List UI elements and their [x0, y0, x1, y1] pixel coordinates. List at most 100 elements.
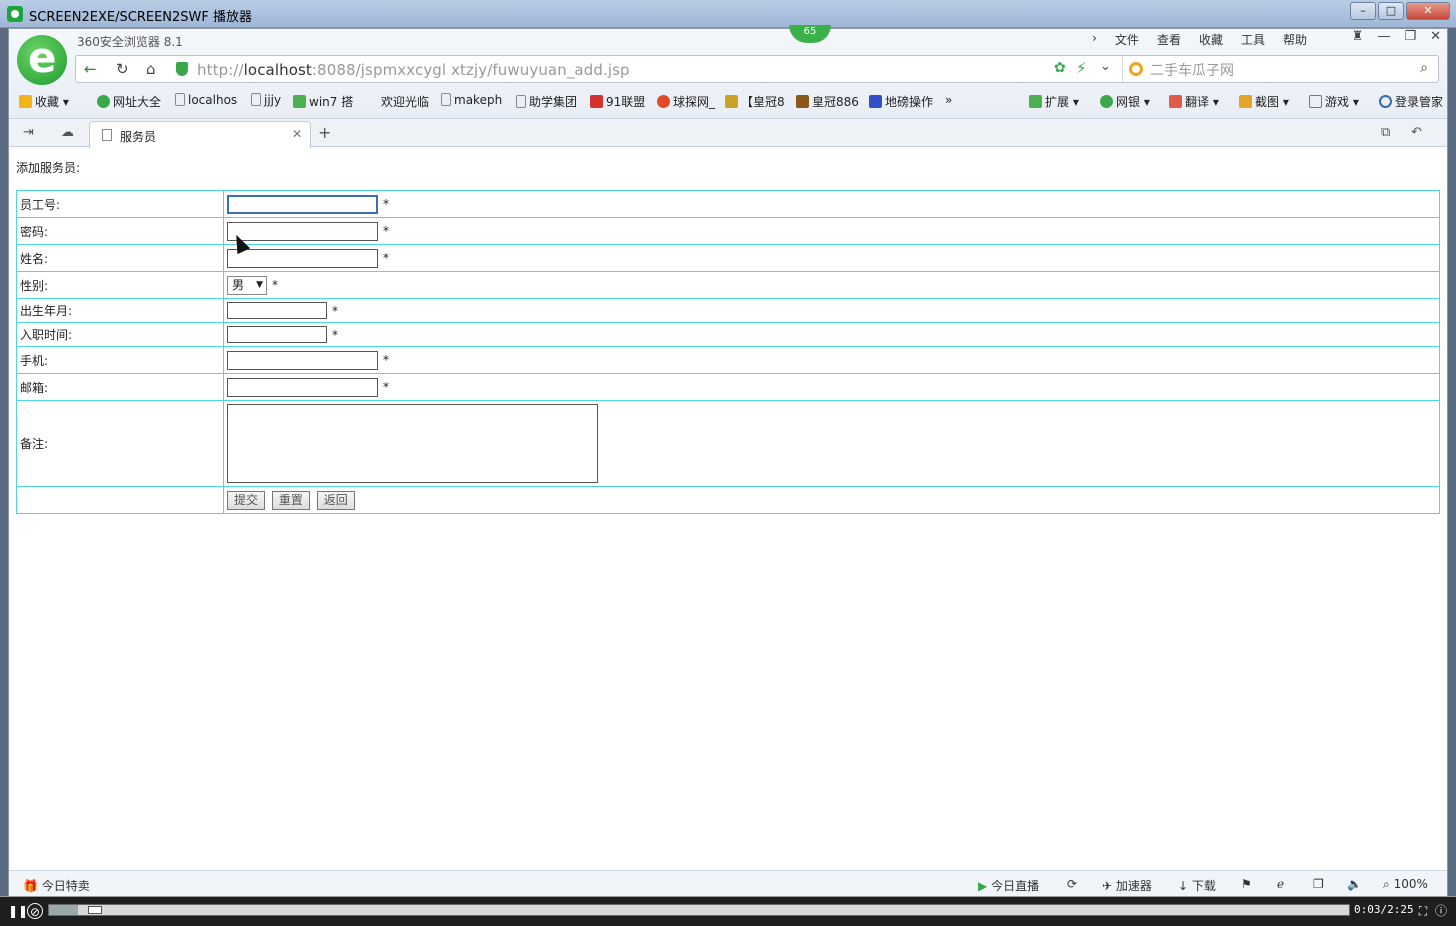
bookmark-welcome[interactable]: 欢迎光临	[381, 93, 429, 110]
toolbar-screenshot[interactable]: 截图 ▾	[1239, 93, 1289, 110]
live-today[interactable]: ▶ 今日直播	[978, 877, 1039, 894]
bookmark-zhuxue[interactable]: 助学集团	[516, 93, 577, 110]
maximize-button[interactable]: □	[1378, 2, 1404, 20]
divider	[1122, 56, 1123, 82]
ie-mode-icon[interactable]: ℯ	[1277, 877, 1284, 891]
browser-minimize-button[interactable]: —	[1377, 29, 1390, 44]
required-mark: *	[332, 303, 338, 318]
reset-button[interactable]: 重置	[271, 490, 310, 510]
emp-no-input[interactable]	[227, 194, 378, 214]
search-input[interactable]: 二手车瓜子网	[1150, 60, 1234, 80]
toolbar-extensions[interactable]: 扩展 ▾	[1029, 93, 1079, 110]
bookmarks-overflow-icon[interactable]: »	[945, 93, 952, 107]
zoom-level[interactable]: ⌕ 100%	[1383, 877, 1428, 892]
info-icon[interactable]: ⓘ	[1433, 903, 1449, 919]
browser-header: 360安全浏览器 8.1 65 › 文件 查看 收藏 工具 帮助 ♜ — ❐ ✕…	[9, 25, 1447, 119]
form-row-actions: 提交 重置 返回	[16, 486, 1440, 514]
back-arrow-icon[interactable]: ←	[84, 60, 97, 78]
bookmark-crown886[interactable]: 皇冠886	[796, 93, 859, 110]
fullscreen-icon[interactable]: ⛶	[1415, 903, 1431, 919]
cloud-icon[interactable]: ☁	[61, 125, 74, 140]
bookmark-qiutan[interactable]: 球探网_	[657, 93, 715, 110]
sidebar-toggle-icon[interactable]: ⇥	[23, 125, 34, 140]
playback-time: 0:03/2:25	[1354, 903, 1414, 916]
password-input[interactable]	[227, 221, 378, 241]
accelerator[interactable]: ✈ 加速器	[1102, 877, 1152, 894]
bookmark-win7[interactable]: win7 搭	[293, 93, 353, 110]
phone-label: 手机:	[16, 346, 224, 374]
security-shield-icon[interactable]	[176, 62, 188, 76]
gender-select[interactable]: 男	[227, 275, 267, 295]
notification-badge[interactable]: 65	[789, 25, 831, 43]
gender-label: 性别:	[16, 271, 224, 299]
stop-icon[interactable]: ⊘	[27, 903, 43, 919]
toolbar-ebank[interactable]: 网银 ▾	[1100, 93, 1150, 110]
bookmark-jjjy[interactable]: jjjy	[251, 93, 281, 107]
pause-icon[interactable]: ❚❚	[8, 903, 28, 919]
search-engine-icon[interactable]	[1129, 62, 1143, 76]
search-icon[interactable]: ⌕	[1420, 60, 1428, 76]
submit-button[interactable]: 提交	[227, 490, 266, 510]
bookmark-portal[interactable]: 网址大全	[97, 93, 161, 110]
bookmark-localhost[interactable]: localhos	[175, 93, 237, 107]
bookmark-makeph[interactable]: makeph	[441, 93, 502, 107]
browser-close-button[interactable]: ✕	[1430, 29, 1441, 44]
required-mark: *	[383, 251, 389, 265]
bookmark-crown8[interactable]: 【皇冠8	[725, 93, 785, 110]
speed-mode-icon[interactable]: ⚡	[1076, 59, 1087, 77]
ebank-icon	[1100, 95, 1113, 108]
gift-icon: 🎁	[23, 879, 38, 893]
bookmark-dibang[interactable]: 地磅操作	[869, 93, 933, 110]
toolbar-games[interactable]: 游戏 ▾	[1309, 93, 1359, 110]
menu-view[interactable]: 查看	[1157, 31, 1181, 48]
tab-fuwuyuan[interactable]: 服务员 ✕	[89, 121, 311, 148]
menu-help[interactable]: 帮助	[1283, 31, 1307, 48]
phone-input[interactable]	[227, 350, 378, 370]
new-tab-button[interactable]: +	[318, 123, 331, 142]
chevron-down-icon[interactable]: ⌄	[1100, 59, 1111, 74]
window-mode-icon[interactable]: ❐	[1313, 877, 1324, 891]
menu-favorites[interactable]: 收藏	[1199, 31, 1223, 48]
page-icon	[516, 95, 526, 108]
seek-bar[interactable]	[48, 904, 1350, 916]
compat-mode-icon[interactable]: ✿	[1054, 60, 1066, 76]
url-text[interactable]: http://localhost:8088/jspmxxcygl xtzjy/f…	[197, 61, 630, 79]
bookmark-favorites[interactable]: 收藏 ▾	[19, 93, 69, 110]
address-bar[interactable]: ← ↻ ⌂ http://localhost:8088/jspmxxcygl x…	[75, 55, 1439, 83]
close-button[interactable]: ✕	[1406, 2, 1450, 20]
browser-name: 360安全浏览器 8.1	[77, 35, 183, 49]
rocket-icon: ✈	[1102, 879, 1113, 893]
empty-cell	[16, 486, 224, 514]
menu-tools[interactable]: 工具	[1241, 31, 1265, 48]
downloads[interactable]: ↓ 下载	[1178, 877, 1216, 894]
hire-date-input[interactable]	[227, 326, 327, 343]
required-mark: *	[332, 327, 338, 342]
email-input[interactable]	[227, 377, 378, 397]
form-row-name: 姓名: *	[16, 244, 1440, 272]
name-input[interactable]	[227, 248, 378, 268]
skin-icon[interactable]: ♜	[1352, 29, 1364, 44]
bookmark-91union[interactable]: 91联盟	[590, 93, 645, 110]
seek-handle[interactable]	[87, 906, 102, 914]
browser-restore-button[interactable]: ❐	[1404, 29, 1416, 44]
toolbar-login-manager[interactable]: 登录管家	[1379, 93, 1443, 110]
home-icon[interactable]: ⌂	[146, 60, 156, 78]
menu-file[interactable]: 文件	[1115, 31, 1139, 48]
tab-list-icon[interactable]: ⧉	[1381, 125, 1390, 140]
note-textarea[interactable]	[227, 404, 598, 483]
flag-icon[interactable]: ⚑	[1241, 877, 1252, 891]
back-button[interactable]: 返回	[316, 490, 355, 510]
daily-deals[interactable]: 🎁 今日特卖	[23, 877, 90, 894]
window-title: SCREEN2EXE/SCREEN2SWF 播放器	[29, 10, 252, 25]
translate-icon	[1169, 95, 1182, 108]
undo-close-tab-icon[interactable]: ↶	[1411, 125, 1422, 140]
form-row-note: 备注:	[16, 400, 1440, 487]
minimize-button[interactable]: –	[1350, 2, 1376, 20]
birth-date-input[interactable]	[227, 302, 327, 319]
reload-icon[interactable]: ↻	[116, 60, 129, 78]
tab-close-icon[interactable]: ✕	[292, 127, 302, 141]
toolbar-translate[interactable]: 翻译 ▾	[1169, 93, 1219, 110]
speed-dial-icon[interactable]: ⟳	[1067, 877, 1077, 891]
menu-chevron-icon[interactable]: ›	[1092, 31, 1097, 48]
volume-icon[interactable]: 🔈	[1347, 877, 1362, 891]
